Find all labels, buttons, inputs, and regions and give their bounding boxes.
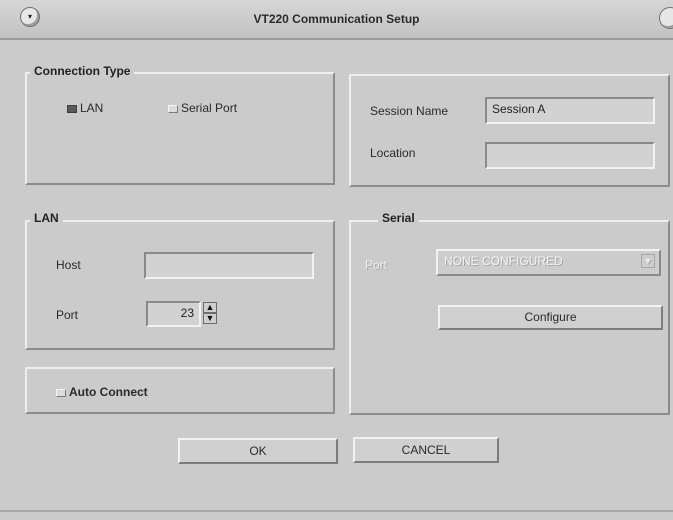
lan-radio-indicator-icon: [67, 104, 77, 113]
session-name-label: Session Name: [370, 104, 449, 118]
ok-button[interactable]: OK: [178, 438, 338, 464]
setup-dialog: ▾ VT220 Communication Setup Connection T…: [0, 0, 673, 520]
bottom-divider: [0, 510, 673, 512]
port-label: Port: [56, 308, 79, 322]
serial-port-combo[interactable]: NONE CONFIGURED ▼: [436, 249, 661, 276]
session-name-field[interactable]: Session A: [485, 97, 655, 124]
window-title: VT220 Communication Setup: [253, 12, 420, 26]
auto-connect-label: Auto Connect: [69, 385, 148, 399]
host-field[interactable]: [144, 252, 314, 279]
serial-radio-indicator-icon: [168, 104, 178, 113]
lan-group-title: LAN: [30, 211, 63, 225]
session-group: [349, 74, 670, 187]
cancel-button[interactable]: CANCEL: [353, 437, 499, 463]
port-field[interactable]: 23: [146, 301, 201, 327]
spin-up-icon[interactable]: ▲: [203, 302, 217, 313]
serial-port-combo-value: NONE CONFIGURED: [444, 254, 563, 268]
spin-down-icon[interactable]: ▼: [203, 313, 217, 324]
title-bar[interactable]: ▾ VT220 Communication Setup: [0, 0, 673, 40]
connection-type-group: [25, 72, 335, 185]
location-field[interactable]: [485, 142, 655, 169]
configure-button[interactable]: Configure: [438, 305, 663, 330]
serial-port-radio[interactable]: Serial Port: [168, 101, 237, 115]
connection-type-title: Connection Type: [30, 64, 135, 78]
lan-group: [25, 220, 335, 350]
lan-radio[interactable]: LAN: [67, 101, 103, 115]
port-spinner[interactable]: ▲ ▼: [203, 302, 217, 324]
auto-connect-checkbox[interactable]: Auto Connect: [56, 385, 148, 399]
chevron-down-icon[interactable]: ▼: [641, 254, 655, 268]
host-label: Host: [56, 258, 81, 272]
serial-port-radio-label: Serial Port: [181, 101, 238, 115]
serial-port-label: Port: [365, 258, 388, 272]
location-label: Location: [370, 146, 416, 160]
checkbox-icon: [56, 388, 66, 397]
lan-radio-label: LAN: [80, 101, 104, 115]
serial-group-title: Serial: [378, 211, 419, 225]
